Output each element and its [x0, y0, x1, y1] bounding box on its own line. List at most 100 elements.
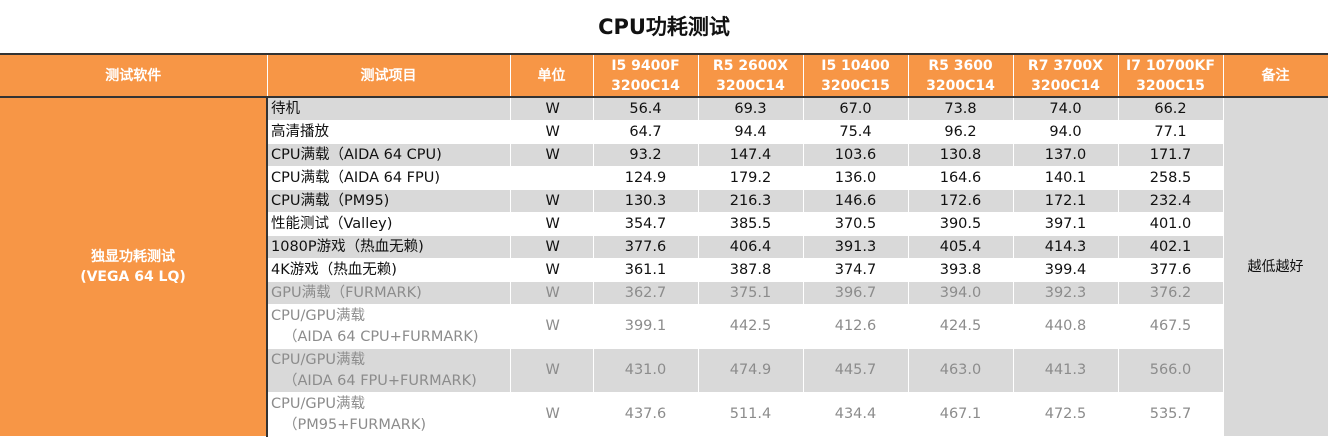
unit-cell: W: [510, 348, 594, 393]
value-cell: 146.6: [803, 189, 909, 213]
value-cell: 258.5: [1118, 166, 1224, 190]
header-cpu-model: I5 9400F: [611, 57, 680, 74]
header-row: 测试软件 测试项目 单位 I5 9400F 3200C14 R5 2600X 320…: [0, 55, 1328, 98]
test-item: CPU满载（PM95): [267, 189, 511, 213]
value-cell: 232.4: [1118, 189, 1224, 213]
value-cell: 172.1: [1013, 189, 1119, 213]
value-cell: 376.2: [1118, 281, 1224, 305]
value-cell: 137.0: [1013, 143, 1119, 167]
software-gpu: (VEGA 64 LQ): [80, 269, 186, 285]
header-cpu-memory: 3200C14: [926, 77, 995, 94]
value-cell: 445.7: [803, 348, 909, 393]
value-cell: 69.3: [698, 97, 804, 121]
value-cell: 387.8: [698, 258, 804, 282]
value-cell: 164.6: [908, 166, 1014, 190]
value-cell: 434.4: [803, 392, 909, 437]
test-item: CPU/GPU满载 （PM95+FURMARK): [267, 392, 511, 437]
header-cpu-model: R7 3700X: [1027, 57, 1104, 74]
test-item-line1: CPU/GPU满载: [271, 307, 365, 324]
value-cell: 66.2: [1118, 97, 1224, 121]
test-item-line2: （AIDA 64 CPU+FURMARK): [283, 328, 479, 345]
value-cell: 377.6: [593, 235, 699, 259]
header-cpu: I5 9400F 3200C14: [593, 55, 699, 98]
value-cell: 96.2: [908, 120, 1014, 144]
value-cell: 391.3: [803, 235, 909, 259]
value-cell: 140.1: [1013, 166, 1119, 190]
table-row: 独显功耗测试 (VEGA 64 LQ) 待机 W 56.4 69.3 67.0 7…: [0, 97, 1328, 437]
value-cell: 75.4: [803, 120, 909, 144]
unit-cell: W: [510, 304, 594, 349]
header-cpu: R7 3700X 3200C14: [1013, 55, 1119, 98]
header-cpu-model: R5 3600: [928, 57, 993, 74]
header-cpu-model: R5 2600X: [712, 57, 789, 74]
header-cpu-memory: 3200C14: [611, 77, 680, 94]
software-cell: 独显功耗测试 (VEGA 64 LQ): [0, 97, 268, 437]
test-item: CPU满载（AIDA 64 CPU): [267, 143, 511, 167]
header-cpu-model: I5 10400: [821, 57, 890, 74]
value-cell: 511.4: [698, 392, 804, 437]
value-cell: 396.7: [803, 281, 909, 305]
value-cell: 437.6: [593, 392, 699, 437]
value-cell: 179.2: [698, 166, 804, 190]
value-cell: 390.5: [908, 212, 1014, 236]
header-cpu: I5 10400 3200C15: [803, 55, 909, 98]
value-cell: 67.0: [803, 97, 909, 121]
header-unit: 单位: [510, 55, 594, 98]
header-cpu: R5 2600X 3200C14: [698, 55, 804, 98]
header-cpu: I7 10700KF 3200C15: [1118, 55, 1224, 98]
test-item: 性能测试（Valley): [267, 212, 511, 236]
test-item-line1: CPU/GPU满载: [271, 395, 365, 412]
value-cell: 401.0: [1118, 212, 1224, 236]
value-cell: 370.5: [803, 212, 909, 236]
value-cell: 130.8: [908, 143, 1014, 167]
value-cell: 374.7: [803, 258, 909, 282]
value-cell: 399.4: [1013, 258, 1119, 282]
unit-cell: W: [510, 143, 594, 167]
test-item: GPU满载（FURMARK): [267, 281, 511, 305]
value-cell: 393.8: [908, 258, 1014, 282]
value-cell: 74.0: [1013, 97, 1119, 121]
value-cell: 103.6: [803, 143, 909, 167]
value-cell: 216.3: [698, 189, 804, 213]
value-cell: 440.8: [1013, 304, 1119, 349]
header-cpu: R5 3600 3200C14: [908, 55, 1014, 98]
test-item-line1: CPU/GPU满载: [271, 351, 365, 368]
unit-cell: W: [510, 281, 594, 305]
power-test-table-view: CPU功耗测试 测试软件 测试项目 单位 I5 9400F 3200C14 R5 …: [0, 0, 1328, 437]
unit-cell: W: [510, 189, 594, 213]
header-cpu-memory: 3200C15: [1136, 77, 1205, 94]
value-cell: 424.5: [908, 304, 1014, 349]
unit-cell: W: [510, 258, 594, 282]
value-cell: 441.3: [1013, 348, 1119, 393]
value-cell: 472.5: [1013, 392, 1119, 437]
header-cpu-memory: 3200C14: [1031, 77, 1100, 94]
value-cell: 124.9: [593, 166, 699, 190]
test-item: 待机: [267, 97, 511, 121]
value-cell: 402.1: [1118, 235, 1224, 259]
value-cell: 361.1: [593, 258, 699, 282]
test-item: 4K游戏（热血无赖): [267, 258, 511, 282]
value-cell: 64.7: [593, 120, 699, 144]
unit-cell: W: [510, 212, 594, 236]
value-cell: 463.0: [908, 348, 1014, 393]
test-item: CPU/GPU满载 （AIDA 64 CPU+FURMARK): [267, 304, 511, 349]
unit-cell: W: [510, 392, 594, 437]
value-cell: 375.1: [698, 281, 804, 305]
unit-cell: W: [510, 120, 594, 144]
page-title: CPU功耗测试: [0, 0, 1328, 55]
value-cell: 397.1: [1013, 212, 1119, 236]
software-name: 独显功耗测试: [91, 249, 175, 265]
value-cell: 467.1: [908, 392, 1014, 437]
value-cell: 147.4: [698, 143, 804, 167]
value-cell: 467.5: [1118, 304, 1224, 349]
power-table: 测试软件 测试项目 单位 I5 9400F 3200C14 R5 2600X 320…: [0, 55, 1328, 437]
value-cell: 130.3: [593, 189, 699, 213]
unit-cell: W: [510, 235, 594, 259]
test-item: CPU满载（AIDA 64 FPU): [267, 166, 511, 190]
value-cell: 535.7: [1118, 392, 1224, 437]
value-cell: 136.0: [803, 166, 909, 190]
test-item-line2: （AIDA 64 FPU+FURMARK): [283, 372, 477, 389]
header-note: 备注: [1223, 55, 1328, 98]
test-item-line2: （PM95+FURMARK): [283, 416, 427, 433]
value-cell: 354.7: [593, 212, 699, 236]
